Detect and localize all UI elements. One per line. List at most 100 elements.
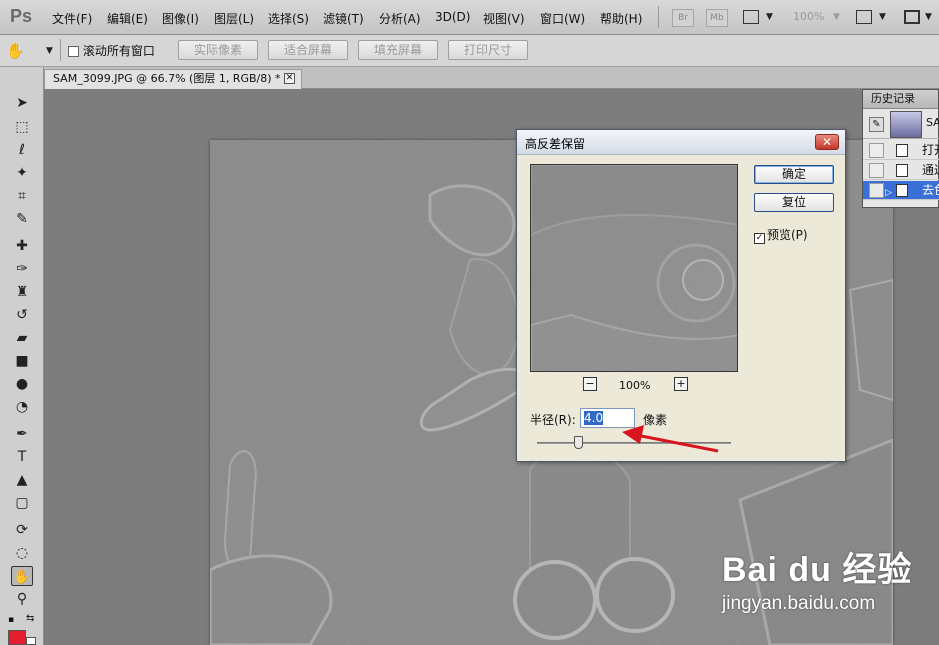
document-tab[interactable]: SAM_3099.JPG @ 66.7% (图层 1, RGB/8) * ✕ [44,69,302,89]
menu-3d[interactable]: 3D(D) [435,10,470,24]
watermark-url: jingyan.baidu.com [722,593,876,614]
filter-preview[interactable] [530,164,738,372]
history-brush-tool-icon[interactable]: ↺ [11,305,33,325]
3d-rotate-tool-icon[interactable]: ⟳ [11,520,33,540]
scroll-all-checkbox[interactable] [68,46,79,57]
chevron-down-icon[interactable]: ▼ [925,12,932,22]
menu-help[interactable]: 帮助(H) [600,10,642,27]
preview-image [531,165,737,371]
arrange-documents-icon[interactable] [856,10,872,24]
menu-view[interactable]: 视图(V) [483,10,525,27]
brush-tool-icon[interactable]: ✑ [11,259,33,279]
preview-checkbox[interactable]: ✓ [754,233,765,244]
foreground-color-swatch[interactable] [8,630,26,645]
zoom-level[interactable]: 100% [793,10,824,23]
chevron-down-icon[interactable]: ▼ [879,12,886,22]
menu-layer[interactable]: 图层(L) [214,10,254,27]
history-item-label: 通过 [922,163,939,177]
3d-orbit-tool-icon[interactable]: ◌ [11,543,33,563]
history-item-label: 去色 [922,183,939,197]
close-icon[interactable]: ✕ [815,134,839,150]
hand-tool-icon[interactable]: ✋ [6,42,25,60]
move-tool-icon[interactable]: ➤ [11,93,33,113]
menu-file[interactable]: 文件(F) [52,10,92,27]
history-panel: 历史记录 ✎ SA 打开 通过 ▷ 去色 [862,89,939,208]
snapshot-label: SA [926,116,939,129]
swap-colors-icon[interactable]: ⇆ [26,613,34,624]
preview-option[interactable]: ✓ 预览(P) [754,226,808,244]
screen-mode-icon[interactable] [904,10,920,24]
blur-tool-icon[interactable]: ● [11,374,33,394]
gradient-tool-icon[interactable]: ■ [11,351,33,371]
crop-tool-icon[interactable]: ⌗ [11,186,33,206]
dodge-tool-icon[interactable]: ◔ [11,397,33,417]
fill-screen-button[interactable]: 填充屏幕 [358,40,438,60]
scroll-all-windows-option[interactable]: 滚动所有窗口 [68,42,155,59]
history-brush-source-icon[interactable]: ✎ [869,117,884,132]
dialog-title: 高反差保留 [525,137,586,151]
pen-tool-icon[interactable]: ✒ [11,424,33,444]
lasso-tool-icon[interactable]: ℓ [11,140,33,160]
baidu-jingyan-watermark: Bai du 经验 jingyan.baidu.com [722,542,912,615]
view-extras-icon[interactable] [743,10,759,24]
menu-filter[interactable]: 滤镜(T) [323,10,364,27]
history-step-icon [896,184,908,197]
radius-slider-thumb[interactable] [574,436,583,449]
high-pass-dialog: 高反差保留 ✕ − 100% + 确定 复位 ✓ 预览(P) 半径(R): 4.0… [516,129,846,462]
zoom-in-button[interactable]: + [674,377,688,391]
chevron-down-icon[interactable]: ▼ [833,12,840,22]
menu-select[interactable]: 选择(S) [268,10,309,27]
menu-edit[interactable]: 编辑(E) [107,10,148,27]
history-source-checkbox[interactable] [869,163,884,178]
close-icon[interactable]: ✕ [284,73,295,84]
snapshot-thumbnail [890,111,922,138]
reset-button[interactable]: 复位 [754,193,834,212]
print-size-button[interactable]: 打印尺寸 [448,40,528,60]
hand-tool-icon[interactable]: ✋ [11,566,33,586]
fit-screen-button[interactable]: 适合屏幕 [268,40,348,60]
clone-stamp-tool-icon[interactable]: ♜ [11,282,33,302]
options-bar: ✋ ▼ 滚动所有窗口 实际像素 适合屏幕 填充屏幕 打印尺寸 [0,35,939,67]
ok-button[interactable]: 确定 [754,165,834,184]
healing-brush-tool-icon[interactable]: ✚ [11,236,33,256]
history-snapshot[interactable]: ✎ SA [863,110,939,139]
scroll-all-label: 滚动所有窗口 [82,44,155,58]
marquee-tool-icon[interactable]: ⬚ [11,117,33,137]
menu-window[interactable]: 窗口(W) [540,10,585,27]
chevron-down-icon[interactable]: ▼ [46,46,53,56]
type-tool-icon[interactable]: T [11,447,33,467]
history-source-checkbox[interactable] [869,143,884,158]
watermark-logo: Bai du 经验 [722,551,913,589]
menu-image[interactable]: 图像(I) [162,10,199,27]
preview-label: 预览(P) [767,228,808,242]
default-colors-icon[interactable]: ▪ [8,615,14,625]
bridge-button[interactable]: Br [672,9,694,27]
eyedropper-tool-icon[interactable]: ✎ [11,209,33,229]
history-step-icon [896,144,908,157]
history-item[interactable]: 通过 [863,161,939,180]
history-item[interactable]: 打开 [863,141,939,160]
chevron-down-icon[interactable]: ▼ [766,12,773,22]
history-step-icon [896,164,908,177]
eraser-tool-icon[interactable]: ▰ [11,328,33,348]
zoom-tool-icon[interactable]: ⚲ [11,589,33,609]
history-source-checkbox[interactable] [869,183,884,198]
menu-separator [658,6,659,28]
photoshop-logo: Ps [10,6,33,26]
dialog-title-bar[interactable]: 高反差保留 ✕ [517,130,845,155]
path-selection-tool-icon[interactable]: ▲ [11,470,33,490]
history-item-active[interactable]: ▷ 去色 [863,181,939,200]
annotation-arrow-icon [622,425,719,453]
history-panel-title[interactable]: 历史记录 [863,90,938,109]
quick-selection-tool-icon[interactable]: ✦ [11,163,33,183]
document-tab-bar: » SAM_3099.JPG @ 66.7% (图层 1, RGB/8) * ✕ [0,67,939,89]
background-color-swatch[interactable] [26,637,36,645]
mini-bridge-button[interactable]: Mb [706,9,728,27]
zoom-out-button[interactable]: − [583,377,597,391]
document-tab-title: SAM_3099.JPG @ 66.7% (图层 1, RGB/8) * [53,72,281,85]
actual-pixels-button[interactable]: 实际像素 [178,40,258,60]
tools-panel: ➤ ⬚ ℓ ✦ ⌗ ✎ ✚ ✑ ♜ ↺ ▰ ■ ● ◔ ✒ T ▲ ▢ ⟳ ◌ … [0,67,44,645]
shape-tool-icon[interactable]: ▢ [11,493,33,513]
menu-bar: Ps 文件(F) 编辑(E) 图像(I) 图层(L) 选择(S) 滤镜(T) 分… [0,0,939,35]
menu-analysis[interactable]: 分析(A) [379,10,421,27]
